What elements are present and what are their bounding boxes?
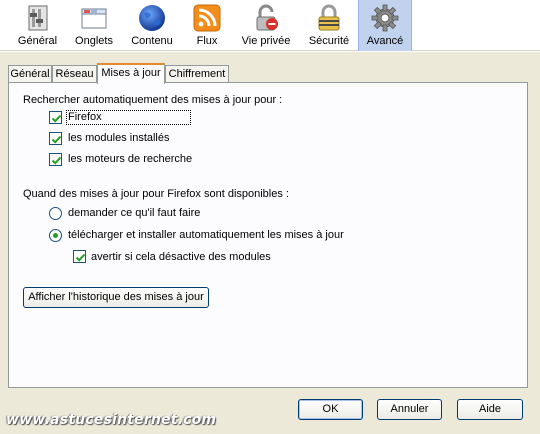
advanced-pane: Général Réseau Mises à jour Chiffrement … — [0, 52, 540, 434]
subtab-encryption[interactable]: Chiffrement — [165, 65, 229, 83]
toolbar-label-general: Général — [17, 35, 58, 47]
modules-updates-label[interactable]: les modules installés — [68, 132, 170, 144]
toolbar-label-advanced: Avancé — [366, 35, 404, 47]
toolbar-label-privacy: Vie privée — [241, 35, 291, 47]
help-button[interactable]: Aide — [457, 399, 523, 420]
subtab-updates[interactable]: Mises à jour — [97, 63, 165, 84]
check-mark-icon — [51, 135, 62, 144]
update-history-button[interactable]: Afficher l'historique des mises à jour — [23, 287, 209, 308]
cancel-button[interactable]: Annuler — [377, 399, 442, 420]
modules-updates-checkbox[interactable] — [49, 132, 62, 145]
radio-selected-dot — [53, 233, 58, 238]
check-mark-icon — [51, 114, 62, 123]
toolbar-item-advanced[interactable]: Avancé — [358, 0, 412, 51]
auto-install-radio-label[interactable]: télécharger et installer automatiquement… — [68, 229, 344, 241]
toolbar-item-feeds[interactable]: Flux — [184, 0, 230, 51]
toolbar-label-tabs: Onglets — [75, 35, 113, 47]
general-icon — [28, 5, 47, 31]
lock-icon — [318, 4, 340, 31]
ask-radio[interactable] — [49, 207, 62, 220]
engines-updates-checkbox[interactable] — [49, 153, 62, 166]
check-mark-icon — [51, 156, 62, 165]
available-updates-heading: Quand des mises à jour pour Firefox sont… — [23, 188, 289, 200]
toolbar-label-security: Sécurité — [308, 35, 350, 47]
site-watermark: www.astucesinternet.com — [6, 412, 217, 428]
tabs-icon — [81, 8, 107, 29]
globe-icon — [139, 5, 165, 31]
toolbar-item-security[interactable]: Sécurité — [302, 0, 356, 51]
check-mark-icon — [75, 253, 86, 262]
gear-icon — [371, 4, 399, 32]
toolbar-label-content: Contenu — [131, 35, 173, 47]
ask-radio-label[interactable]: demander ce qu'il faut faire — [68, 207, 200, 219]
search-updates-heading: Rechercher automatiquement des mises à j… — [23, 94, 283, 106]
engines-updates-label[interactable]: les moteurs de recherche — [68, 153, 192, 165]
firefox-updates-label[interactable]: Firefox — [68, 111, 102, 123]
toolbar-item-content[interactable]: Contenu — [126, 0, 178, 51]
toolbar-item-privacy[interactable]: Vie privée — [236, 0, 296, 51]
rss-icon — [193, 4, 221, 32]
subtab-network[interactable]: Réseau — [52, 65, 97, 83]
privacy-icon — [256, 4, 278, 31]
toolbar-item-tabs[interactable]: Onglets — [68, 0, 120, 51]
subtab-general[interactable]: Général — [8, 65, 52, 83]
toolbar-label-feeds: Flux — [196, 35, 218, 47]
ok-button[interactable]: OK — [298, 399, 363, 420]
auto-install-radio[interactable] — [49, 229, 62, 242]
warn-modules-checkbox[interactable] — [73, 250, 86, 263]
firefox-updates-checkbox[interactable] — [49, 111, 62, 124]
updates-panel: Rechercher automatiquement des mises à j… — [8, 82, 528, 388]
warn-modules-label[interactable]: avertir si cela désactive des modules — [91, 251, 271, 263]
toolbar-item-general[interactable]: Général — [11, 0, 64, 51]
preferences-toolbar: Général Onglets Contenu Flux Vie privée … — [0, 0, 540, 51]
